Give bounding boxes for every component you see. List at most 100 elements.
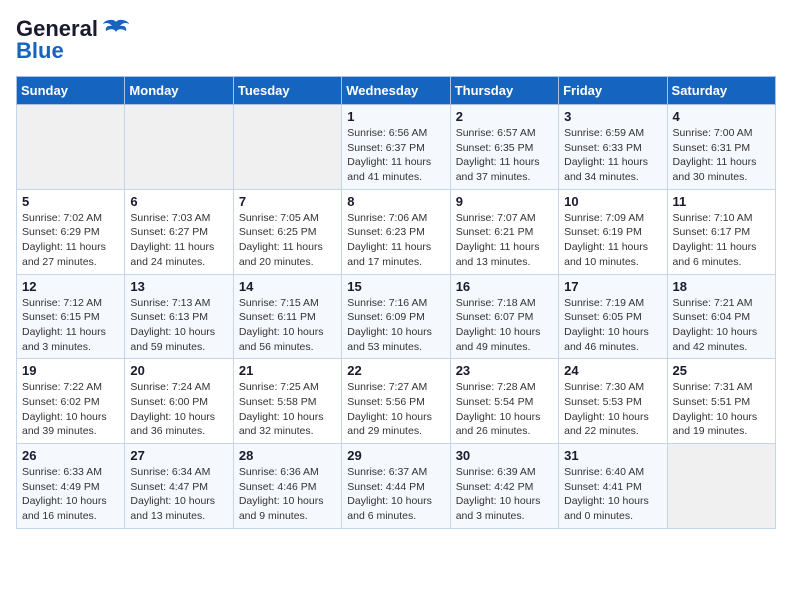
weekday-header-monday: Monday — [125, 77, 233, 105]
calendar-week-3: 12Sunrise: 7:12 AM Sunset: 6:15 PM Dayli… — [17, 274, 776, 359]
day-info: Sunrise: 6:39 AM Sunset: 4:42 PM Dayligh… — [456, 465, 553, 524]
day-info: Sunrise: 7:10 AM Sunset: 6:17 PM Dayligh… — [673, 211, 770, 270]
day-number: 26 — [22, 448, 119, 463]
calendar-cell: 5 Sunrise: 7:02 AM Sunset: 6:29 PM Daylig… — [17, 189, 125, 274]
weekday-header-tuesday: Tuesday — [233, 77, 341, 105]
calendar-cell: 9 Sunrise: 7:07 AM Sunset: 6:21 PM Daylig… — [450, 189, 558, 274]
weekday-header-friday: Friday — [559, 77, 667, 105]
day-number: 13 — [130, 279, 227, 294]
calendar-cell: 11 Sunrise: 7:10 AM Sunset: 6:17 PM Dayli… — [667, 189, 775, 274]
day-number: 8 — [347, 194, 444, 209]
calendar-cell: 6 Sunrise: 7:03 AM Sunset: 6:27 PM Daylig… — [125, 189, 233, 274]
calendar-cell: 28 Sunrise: 6:36 AM Sunset: 4:46 PM Dayli… — [233, 444, 341, 529]
calendar-cell: 24 Sunrise: 7:30 AM Sunset: 5:53 PM Dayli… — [559, 359, 667, 444]
day-number: 15 — [347, 279, 444, 294]
day-info: Sunrise: 7:05 AM Sunset: 6:25 PM Dayligh… — [239, 211, 336, 270]
calendar-cell — [125, 105, 233, 190]
day-info: Sunrise: 7:31 AM Sunset: 5:51 PM Dayligh… — [673, 380, 770, 439]
weekday-header-saturday: Saturday — [667, 77, 775, 105]
weekday-header-row: SundayMondayTuesdayWednesdayThursdayFrid… — [17, 77, 776, 105]
weekday-header-wednesday: Wednesday — [342, 77, 450, 105]
day-number: 17 — [564, 279, 661, 294]
logo: General Blue — [16, 16, 130, 64]
calendar-cell: 13 Sunrise: 7:13 AM Sunset: 6:13 PM Dayli… — [125, 274, 233, 359]
day-info: Sunrise: 7:27 AM Sunset: 5:56 PM Dayligh… — [347, 380, 444, 439]
calendar-cell: 19 Sunrise: 7:22 AM Sunset: 6:02 PM Dayli… — [17, 359, 125, 444]
calendar-week-1: 1Sunrise: 6:56 AM Sunset: 6:37 PM Daylig… — [17, 105, 776, 190]
calendar-week-5: 26 Sunrise: 6:33 AM Sunset: 4:49 PM Dayli… — [17, 444, 776, 529]
day-number: 10 — [564, 194, 661, 209]
weekday-header-sunday: Sunday — [17, 77, 125, 105]
day-info: Sunrise: 7:30 AM Sunset: 5:53 PM Dayligh… — [564, 380, 661, 439]
day-info: Sunrise: 7:25 AM Sunset: 5:58 PM Dayligh… — [239, 380, 336, 439]
calendar-cell: 18Sunrise: 7:21 AM Sunset: 6:04 PM Dayli… — [667, 274, 775, 359]
calendar-cell: 7 Sunrise: 7:05 AM Sunset: 6:25 PM Daylig… — [233, 189, 341, 274]
day-info: Sunrise: 7:15 AM Sunset: 6:11 PM Dayligh… — [239, 296, 336, 355]
day-info: Sunrise: 6:57 AM Sunset: 6:35 PM Dayligh… — [456, 126, 553, 185]
calendar-cell: 8 Sunrise: 7:06 AM Sunset: 6:23 PM Daylig… — [342, 189, 450, 274]
day-number: 5 — [22, 194, 119, 209]
day-number: 18 — [673, 279, 770, 294]
day-info: Sunrise: 7:16 AM Sunset: 6:09 PM Dayligh… — [347, 296, 444, 355]
day-info: Sunrise: 7:06 AM Sunset: 6:23 PM Dayligh… — [347, 211, 444, 270]
calendar-cell: 27 Sunrise: 6:34 AM Sunset: 4:47 PM Dayli… — [125, 444, 233, 529]
calendar-cell: 22 Sunrise: 7:27 AM Sunset: 5:56 PM Dayli… — [342, 359, 450, 444]
day-number: 9 — [456, 194, 553, 209]
logo-bird-icon — [102, 18, 130, 40]
calendar-cell: 3 Sunrise: 6:59 AM Sunset: 6:33 PM Daylig… — [559, 105, 667, 190]
day-info: Sunrise: 7:09 AM Sunset: 6:19 PM Dayligh… — [564, 211, 661, 270]
calendar-cell — [17, 105, 125, 190]
calendar-cell — [667, 444, 775, 529]
day-info: Sunrise: 6:37 AM Sunset: 4:44 PM Dayligh… — [347, 465, 444, 524]
day-info: Sunrise: 7:28 AM Sunset: 5:54 PM Dayligh… — [456, 380, 553, 439]
calendar-cell: 20Sunrise: 7:24 AM Sunset: 6:00 PM Dayli… — [125, 359, 233, 444]
day-info: Sunrise: 7:22 AM Sunset: 6:02 PM Dayligh… — [22, 380, 119, 439]
calendar-cell: 23Sunrise: 7:28 AM Sunset: 5:54 PM Dayli… — [450, 359, 558, 444]
day-number: 30 — [456, 448, 553, 463]
day-info: Sunrise: 6:33 AM Sunset: 4:49 PM Dayligh… — [22, 465, 119, 524]
day-number: 27 — [130, 448, 227, 463]
day-info: Sunrise: 7:00 AM Sunset: 6:31 PM Dayligh… — [673, 126, 770, 185]
calendar-cell: 30 Sunrise: 6:39 AM Sunset: 4:42 PM Dayli… — [450, 444, 558, 529]
day-number: 1 — [347, 109, 444, 124]
day-info: Sunrise: 7:13 AM Sunset: 6:13 PM Dayligh… — [130, 296, 227, 355]
day-info: Sunrise: 7:07 AM Sunset: 6:21 PM Dayligh… — [456, 211, 553, 270]
day-number: 19 — [22, 363, 119, 378]
day-number: 3 — [564, 109, 661, 124]
day-number: 6 — [130, 194, 227, 209]
day-number: 16 — [456, 279, 553, 294]
day-number: 11 — [673, 194, 770, 209]
day-info: Sunrise: 6:59 AM Sunset: 6:33 PM Dayligh… — [564, 126, 661, 185]
day-number: 22 — [347, 363, 444, 378]
day-number: 24 — [564, 363, 661, 378]
day-number: 2 — [456, 109, 553, 124]
calendar-cell: 17 Sunrise: 7:19 AM Sunset: 6:05 PM Dayli… — [559, 274, 667, 359]
day-number: 7 — [239, 194, 336, 209]
logo-blue-text: Blue — [16, 38, 64, 64]
day-info: Sunrise: 6:36 AM Sunset: 4:46 PM Dayligh… — [239, 465, 336, 524]
page-header: General Blue — [16, 16, 776, 64]
day-number: 14 — [239, 279, 336, 294]
day-info: Sunrise: 7:02 AM Sunset: 6:29 PM Dayligh… — [22, 211, 119, 270]
calendar-cell: 12Sunrise: 7:12 AM Sunset: 6:15 PM Dayli… — [17, 274, 125, 359]
day-info: Sunrise: 7:03 AM Sunset: 6:27 PM Dayligh… — [130, 211, 227, 270]
day-number: 4 — [673, 109, 770, 124]
calendar-cell: 2 Sunrise: 6:57 AM Sunset: 6:35 PM Daylig… — [450, 105, 558, 190]
day-info: Sunrise: 6:34 AM Sunset: 4:47 PM Dayligh… — [130, 465, 227, 524]
calendar-week-4: 19 Sunrise: 7:22 AM Sunset: 6:02 PM Dayli… — [17, 359, 776, 444]
day-number: 21 — [239, 363, 336, 378]
calendar-cell: 16Sunrise: 7:18 AM Sunset: 6:07 PM Dayli… — [450, 274, 558, 359]
day-number: 31 — [564, 448, 661, 463]
day-info: Sunrise: 6:40 AM Sunset: 4:41 PM Dayligh… — [564, 465, 661, 524]
day-info: Sunrise: 7:19 AM Sunset: 6:05 PM Dayligh… — [564, 296, 661, 355]
calendar-cell: 29 Sunrise: 6:37 AM Sunset: 4:44 PM Dayli… — [342, 444, 450, 529]
calendar-cell — [233, 105, 341, 190]
calendar-cell: 25Sunrise: 7:31 AM Sunset: 5:51 PM Dayli… — [667, 359, 775, 444]
day-info: Sunrise: 7:12 AM Sunset: 6:15 PM Dayligh… — [22, 296, 119, 355]
calendar-table: SundayMondayTuesdayWednesdayThursdayFrid… — [16, 76, 776, 529]
calendar-cell: 10 Sunrise: 7:09 AM Sunset: 6:19 PM Dayli… — [559, 189, 667, 274]
day-number: 20 — [130, 363, 227, 378]
day-number: 28 — [239, 448, 336, 463]
day-number: 29 — [347, 448, 444, 463]
calendar-cell: 15 Sunrise: 7:16 AM Sunset: 6:09 PM Dayli… — [342, 274, 450, 359]
